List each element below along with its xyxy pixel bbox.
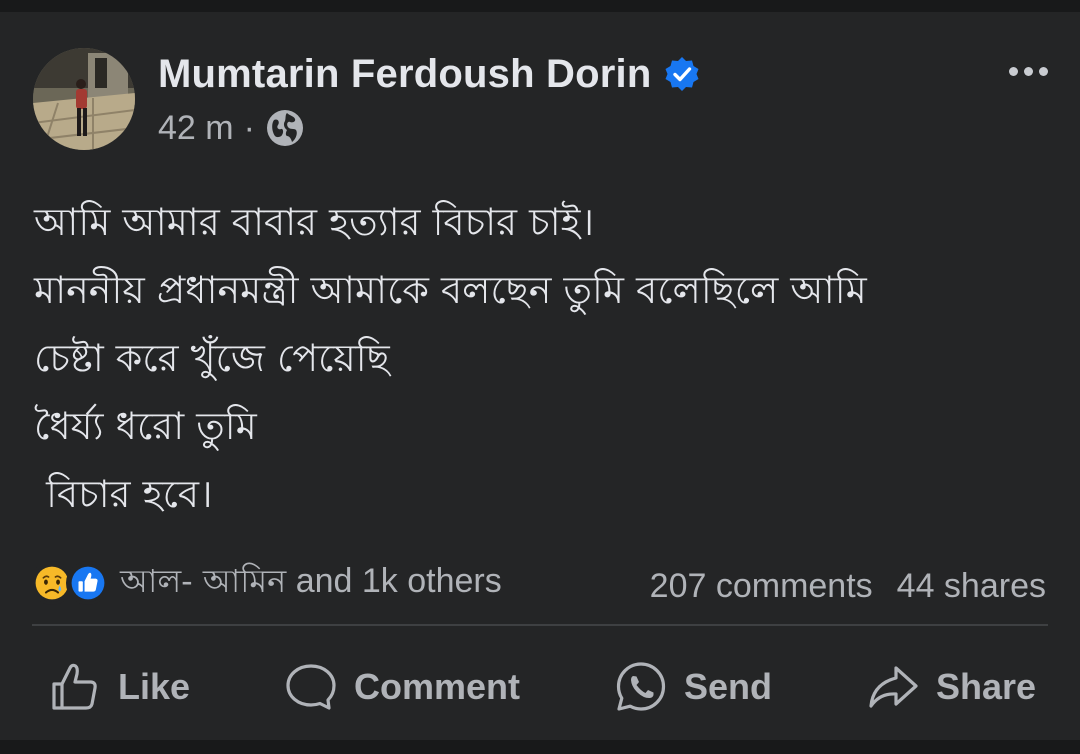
meta-separator: · <box>243 108 255 147</box>
post-line: বিচার হবে। <box>34 472 213 516</box>
reactions-summary[interactable]: আল- আমিন and 1k others <box>30 557 502 609</box>
post-line: চেষ্টা করে খুঁজে পেয়েছি <box>34 336 390 380</box>
more-dot <box>1038 66 1048 76</box>
author-name[interactable]: Mumtarin Ferdoush Dorin <box>158 48 700 100</box>
post-line: আমি আমার বাবার হত্যার বিচার চাই। <box>34 200 595 244</box>
more-options-icon[interactable] <box>1000 54 1056 88</box>
divider <box>32 624 1048 626</box>
comment-label: Comment <box>354 666 521 707</box>
comment-button[interactable]: Comment <box>284 652 520 722</box>
post-line: ধৈর্য্য ধরো তুমি <box>34 404 257 448</box>
reactor-name: আল- আমিন <box>120 562 287 600</box>
verified-badge-icon <box>665 57 698 91</box>
comment-bubble-icon <box>286 664 336 710</box>
send-button[interactable]: Send <box>614 652 772 722</box>
share-button[interactable]: Share <box>866 652 1036 722</box>
globe-icon[interactable] <box>265 108 305 148</box>
thumbs-up-icon <box>52 663 97 710</box>
send-label: Send <box>684 666 773 707</box>
whatsapp-icon <box>616 662 666 711</box>
like-label: Like <box>118 666 191 707</box>
avatar-photo <box>33 48 135 150</box>
more-dot <box>1008 66 1018 76</box>
share-label: Share <box>936 666 1037 707</box>
post-meta: 42 m · <box>158 108 305 148</box>
shares-count[interactable]: 44 shares <box>897 567 1046 606</box>
engagement-counts: 207 comments 44 shares <box>650 560 1046 612</box>
comments-count[interactable]: 207 comments <box>650 567 873 606</box>
reactor-others: and 1k others <box>286 562 502 600</box>
like-button[interactable]: Like <box>48 652 190 722</box>
post-line: মাননীয় প্রধানমন্ত্রী আমাকে বলছেন তুমি ব… <box>34 268 867 312</box>
author-avatar[interactable] <box>33 48 135 150</box>
action-bar: Like Comment Send Share <box>0 652 1080 722</box>
author-name-text[interactable]: Mumtarin Ferdoush Dorin <box>158 52 652 97</box>
share-arrow-icon <box>869 666 918 708</box>
post-card: Mumtarin Ferdoush Dorin 42 m · আমি আমার … <box>0 12 1080 740</box>
post-body: আমি আমার বাবার হত্যার বিচার চাই। মাননীয়… <box>34 188 1054 528</box>
more-dot <box>1023 66 1033 76</box>
like-reaction-icon <box>66 561 110 605</box>
post-time[interactable]: 42 m <box>158 109 234 148</box>
reactors-text[interactable]: আল- আমিন and 1k others <box>120 556 502 610</box>
